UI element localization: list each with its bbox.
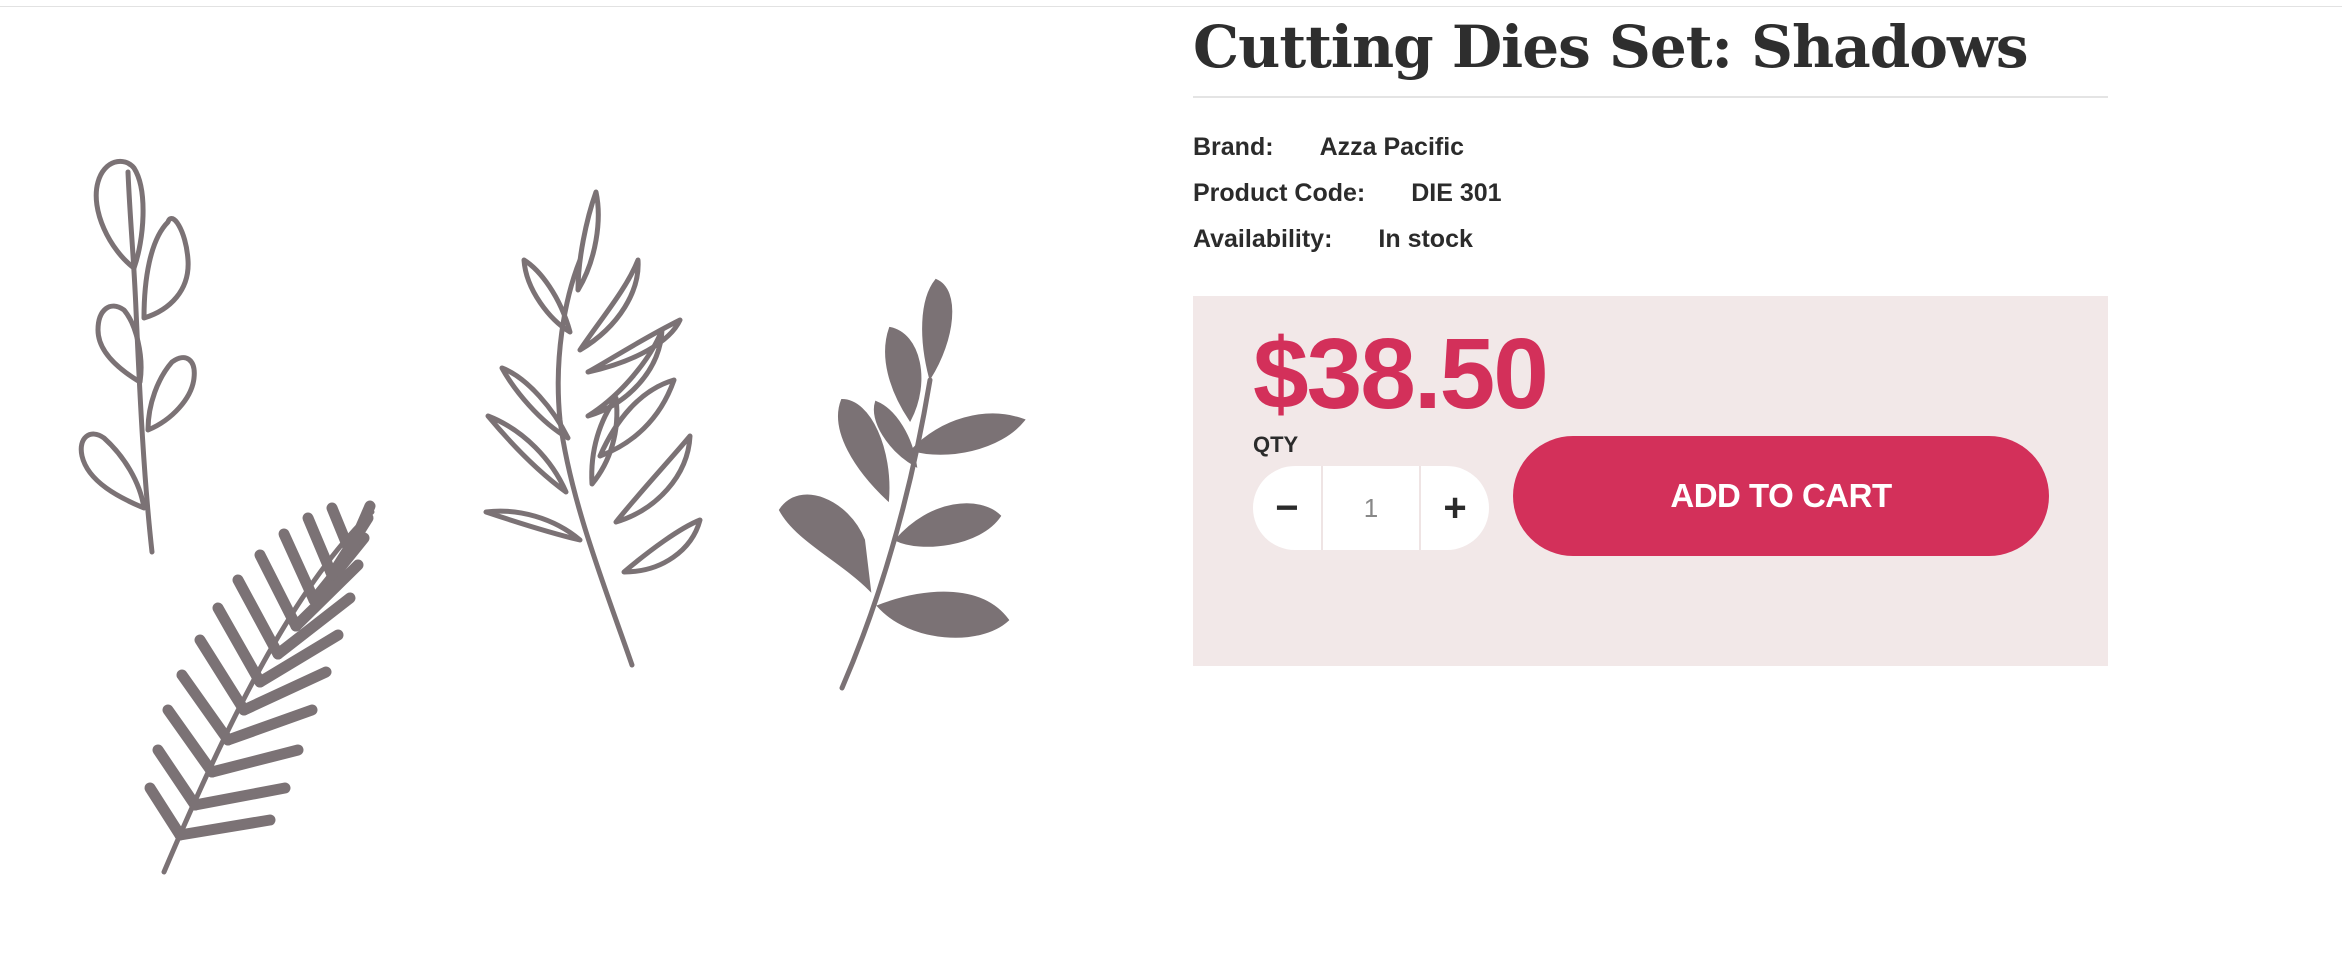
willow-branch-outline-icon [483, 189, 703, 668]
add-to-cart-button[interactable]: ADD TO CART [1513, 436, 2049, 556]
availability-value: In stock [1378, 225, 1473, 253]
product-code-label: Product Code: [1193, 179, 1366, 207]
product-image[interactable] [40, 120, 1090, 920]
availability-label: Availability: [1193, 225, 1333, 253]
availability-row: Availability: In stock [1193, 216, 2108, 262]
price: $38.50 [1253, 318, 1549, 430]
quantity-stepper: − + [1253, 466, 1489, 550]
eucalyptus-outline-icon [78, 158, 197, 555]
brand-value[interactable]: Azza Pacific [1320, 124, 1465, 170]
increase-qty-button[interactable]: + [1419, 466, 1489, 550]
product-meta: Brand: Azza Pacific Product Code: DIE 30… [1193, 124, 2108, 262]
brand-label: Brand: [1193, 133, 1274, 161]
title-divider [1193, 96, 2108, 98]
purchase-panel: $38.50 QTY − + ADD TO CART [1193, 296, 2108, 666]
decrease-qty-button[interactable]: − [1253, 466, 1323, 550]
filled-leaf-sprig-icon [778, 278, 1026, 691]
fern-frond-icon [144, 500, 376, 875]
brand-row: Brand: Azza Pacific [1193, 124, 2108, 170]
product-code-row: Product Code: DIE 301 [1193, 170, 2108, 216]
qty-label: QTY [1253, 432, 1299, 457]
qty-input[interactable] [1323, 466, 1419, 550]
product-details: Cutting Dies Set: Shadows Brand: Azza Pa… [1193, 0, 2108, 666]
product-code-value: DIE 301 [1411, 179, 1502, 207]
product-title: Cutting Dies Set: Shadows [1193, 13, 2029, 81]
